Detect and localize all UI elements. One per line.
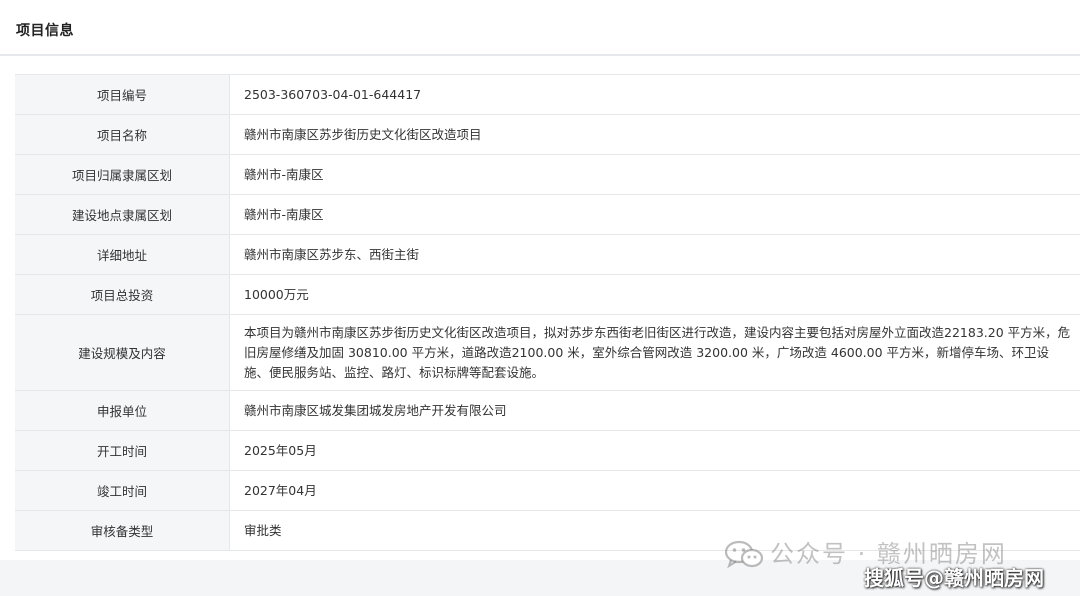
table-row: 项目归属隶属区划 赣州市-南康区 [15,154,1080,195]
row-value-address: 赣州市南康区苏步东、西街主街 [229,234,1080,275]
row-label-start-date: 开工时间 [15,430,230,471]
row-label-site-division: 建设地点隶属区划 [15,194,230,235]
row-value-project-code: 2503-360703-04-01-644417 [229,74,1080,115]
row-value-project-name: 赣州市南康区苏步街历史文化街区改造项目 [229,114,1080,155]
row-value-completion-date: 2027年04月 [229,470,1080,511]
panel-header: 项目信息 [0,0,1080,56]
row-value-project-division: 赣州市-南康区 [229,154,1080,195]
table-row: 开工时间 2025年05月 [15,430,1080,471]
row-label-address: 详细地址 [15,234,230,275]
row-label-scope: 建设规模及内容 [15,314,230,391]
row-value-start-date: 2025年05月 [229,430,1080,471]
table-row: 项目总投资 10000万元 [15,274,1080,315]
sohu-watermark: 搜狐号@赣州晒房网 [864,566,1044,590]
row-value-applicant: 赣州市南康区城发集团城发房地产开发有限公司 [229,390,1080,431]
table-row: 项目名称 赣州市南康区苏步街历史文化街区改造项目 [15,114,1080,155]
page-title: 项目信息 [16,23,74,39]
table-row: 建设规模及内容 本项目为赣州市南康区苏步街历史文化街区改造项目，拟对苏步东西街老… [15,314,1080,391]
wechat-icon [724,540,764,569]
table-row: 竣工时间 2027年04月 [15,470,1080,511]
row-value-site-division: 赣州市-南康区 [229,194,1080,235]
row-value-total-investment: 10000万元 [229,274,1080,315]
row-label-applicant: 申报单位 [15,390,230,431]
row-label-completion-date: 竣工时间 [15,470,230,511]
row-label-total-investment: 项目总投资 [15,274,230,315]
row-label-project-code: 项目编号 [15,74,230,115]
table-row: 详细地址 赣州市南康区苏步东、西街主街 [15,234,1080,275]
project-info-panel: 项目信息 项目编号 2503-360703-04-01-644417 项目名称 … [0,0,1080,596]
table-row: 项目编号 2503-360703-04-01-644417 [15,74,1080,115]
project-info-table: 项目编号 2503-360703-04-01-644417 项目名称 赣州市南康… [15,74,1080,551]
row-value-scope: 本项目为赣州市南康区苏步街历史文化街区改造项目，拟对苏步东西街老旧街区进行改造，… [229,314,1080,391]
table-row: 申报单位 赣州市南康区城发集团城发房地产开发有限公司 [15,390,1080,431]
row-label-approval-type: 审核备类型 [15,510,230,551]
table-row: 建设地点隶属区划 赣州市-南康区 [15,194,1080,235]
row-label-project-division: 项目归属隶属区划 [15,154,230,195]
row-label-project-name: 项目名称 [15,114,230,155]
